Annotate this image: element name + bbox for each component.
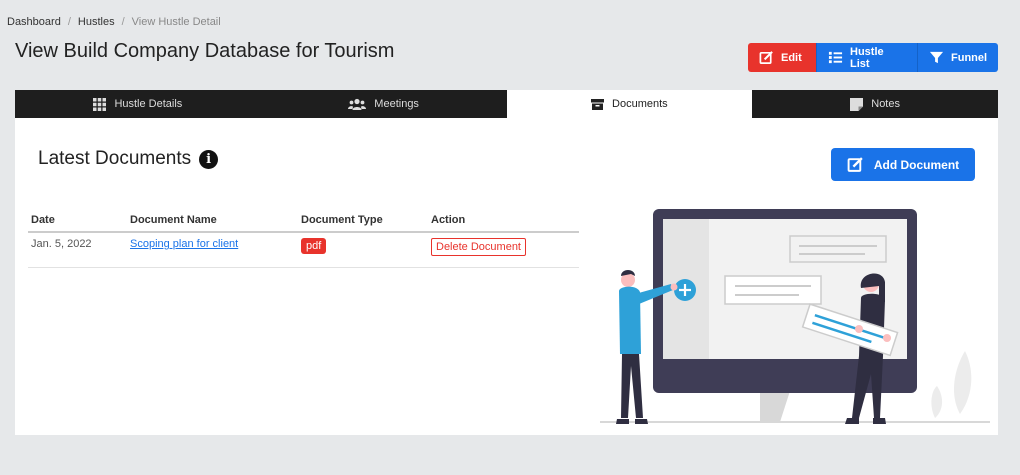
hustle-actions: Edit Hustle List Funnel [748,43,998,72]
funnel-button[interactable]: Funnel [917,43,998,72]
tab-hustle-details[interactable]: Hustle Details [15,90,261,118]
add-document-label: Add Document [873,157,960,172]
table-row: Jan. 5, 2022 Scoping plan for client pdf… [28,232,579,268]
edit-button[interactable]: Edit [748,43,816,72]
column-header-name: Document Name [127,211,298,233]
documents-panel: Latest Documents i Add Document Date Doc… [15,118,998,435]
breadcrumb-dashboard[interactable]: Dashboard [7,16,61,28]
tab-label: Notes [871,98,900,110]
document-name-link[interactable]: Scoping plan for client [130,238,238,250]
delete-document-button[interactable]: Delete Document [431,238,526,256]
tab-label: Documents [612,98,668,110]
section-title: Latest Documents i [38,148,219,170]
note-icon [850,97,864,111]
column-header-date: Date [28,211,127,233]
page-title: View Build Company Database for Tourism [15,40,395,62]
add-document-button[interactable]: Add Document [831,148,975,181]
breadcrumb-hustles[interactable]: Hustles [78,16,115,28]
grid-icon [93,97,107,111]
info-icon[interactable]: i [199,149,219,169]
hustle-tabs: Hustle Details Meetings Documents Notes [15,90,998,118]
funnel-icon [929,51,944,64]
users-icon [348,98,367,110]
documents-illustration [600,209,990,424]
column-header-action: Action [428,211,579,233]
tab-label: Hustle Details [114,98,183,110]
funnel-button-label: Funnel [951,51,988,64]
table-header-row: Date Document Name Document Type Action [28,211,579,233]
column-header-type: Document Type [298,211,428,233]
edit-button-label: Edit [781,51,802,64]
breadcrumb-separator: / [67,16,71,28]
section-title-text: Latest Documents [38,148,192,169]
hustle-list-button[interactable]: Hustle List [816,43,917,72]
tab-meetings[interactable]: Meetings [261,90,507,118]
tab-label: Meetings [374,98,419,110]
archive-icon [591,98,605,110]
tab-notes[interactable]: Notes [752,90,998,118]
edit-icon [759,51,773,64]
list-icon [828,51,843,64]
hustle-list-button-label: Hustle List [850,45,884,70]
breadcrumb-current: View Hustle Detail [131,16,221,28]
breadcrumb: Dashboard / Hustles / View Hustle Detail [7,16,221,28]
document-date: Jan. 5, 2022 [28,232,127,268]
edit-icon [847,157,863,172]
breadcrumb-separator: / [121,16,125,28]
tab-documents[interactable]: Documents [506,90,753,118]
documents-table: Date Document Name Document Type Action … [28,211,579,268]
document-type-badge: pdf [301,238,327,254]
